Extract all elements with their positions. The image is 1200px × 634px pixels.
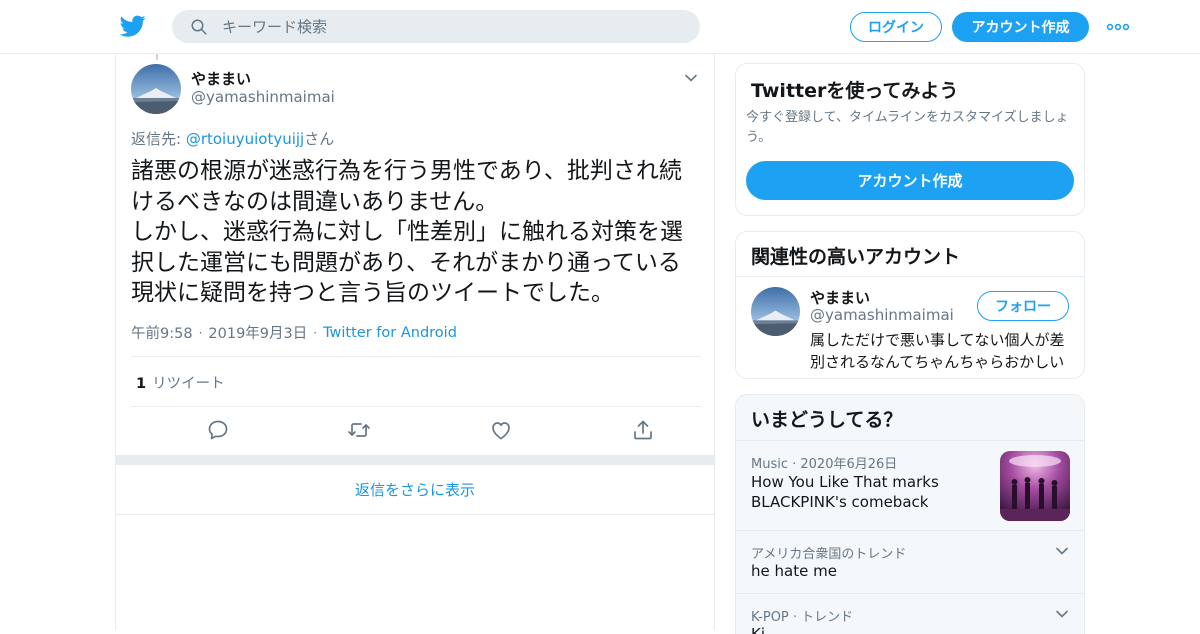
signup-button[interactable]: アカウント作成 (952, 12, 1089, 42)
trend-item[interactable]: Music · 2020年6月26日 How You Like That mar… (736, 440, 1084, 530)
tweet-time[interactable]: 午前9:58 (131, 322, 193, 343)
trend-context: アメリカ合衆国のトレンド (751, 547, 907, 562)
signup-card-button[interactable]: アカウント作成 (746, 161, 1074, 200)
search-input[interactable] (222, 10, 682, 43)
related-account-bio: 属しただけで悪い事してない個人が差別されるなんてちゃんちゃらおかしい (810, 331, 1065, 371)
thread-connector-line (156, 54, 158, 60)
follow-button[interactable]: フォロー (977, 291, 1069, 321)
trend-title: How You Like That marks BLACKPINK's come… (751, 473, 939, 511)
signup-card-title: Twitterを使ってみよう (751, 80, 959, 102)
divider (736, 276, 1084, 277)
chevron-down-icon[interactable] (1054, 606, 1070, 622)
trend-context: Music · 2020年6月26日 (751, 457, 898, 472)
divider (131, 356, 701, 357)
more-options-icon[interactable] (1106, 17, 1130, 37)
tweet-metadata: 午前9:58 · 2019年9月3日 · Twitter for Android (131, 322, 457, 343)
search-icon (191, 19, 207, 35)
concert-stage-photo-icon (1000, 451, 1070, 521)
heart-icon[interactable] (489, 418, 513, 442)
separator-dot: · (313, 325, 318, 340)
share-icon[interactable] (631, 418, 655, 442)
author-avatar[interactable] (131, 64, 181, 114)
search-bar[interactable] (172, 10, 700, 43)
reply-to-line: 返信先: @rtoiuyuiotyuijjさん (131, 128, 334, 149)
tweet-action-bar (131, 418, 701, 444)
tweet-client-link[interactable]: Twitter for Android (323, 325, 457, 341)
author-name[interactable]: やままい (191, 68, 251, 89)
related-account-name[interactable]: やままい (810, 287, 870, 308)
related-accounts-card: 関連性の高いアカウント やままい @yamashinmaimai フォロー 属し… (735, 231, 1085, 379)
tweet-text: 諸悪の根源が迷惑行為を行う男性であり、批判され続けるべきなのは間違いありません。… (131, 158, 683, 306)
signup-card-description: 今すぐ登録して、タイムラインをカスタマイズしましょう。 (746, 110, 1069, 145)
author-handle[interactable]: @yamashinmaimai (191, 88, 335, 106)
trend-context: K-POP · トレンド (751, 610, 854, 625)
trend-item[interactable]: K-POP · トレンド Ki... (736, 593, 1084, 634)
related-account-handle[interactable]: @yamashinmaimai (810, 306, 954, 324)
trend-title: Ki... (751, 625, 780, 634)
trend-thumbnail (1000, 451, 1070, 521)
top-navigation-bar: ログイン アカウント作成 (0, 0, 1200, 54)
trend-item[interactable]: アメリカ合衆国のトレンド he hate me (736, 530, 1084, 593)
retweet-count: 1 (136, 376, 147, 392)
chevron-down-icon[interactable] (683, 70, 699, 86)
show-more-replies-link[interactable]: 返信をさらに表示 (116, 465, 714, 515)
reply-prefix: 返信先: (131, 130, 186, 148)
login-button[interactable]: ログイン (850, 12, 942, 42)
chevron-down-icon[interactable] (1054, 543, 1070, 559)
retweet-icon[interactable] (347, 418, 371, 442)
section-separator (116, 455, 714, 465)
trends-card-title: いまどうしてる？ (751, 409, 903, 431)
tweet-detail-column: やままい @yamashinmaimai 返信先: @rtoiuyuiotyui… (115, 54, 715, 630)
related-account-avatar[interactable] (751, 287, 800, 336)
reply-icon[interactable] (206, 418, 230, 442)
reply-suffix: さん (304, 130, 335, 148)
reply-to-handle-link[interactable]: @rtoiuyuiotyuijj (186, 130, 304, 148)
twitter-bird-logo-icon[interactable] (120, 13, 146, 39)
tweet-date[interactable]: 2019年9月3日 (208, 322, 307, 343)
signup-promo-card: Twitterを使ってみよう 今すぐ登録して、タイムラインをカスタマイズしましょ… (735, 63, 1085, 216)
retweet-stats[interactable]: 1 リツイート (136, 372, 225, 393)
mountain-photo-icon (751, 287, 800, 336)
related-card-title: 関連性の高いアカウント (751, 246, 961, 268)
trends-card: いまどうしてる？ Music · 2020年6月26日 How You Like… (735, 394, 1085, 634)
separator-dot: · (198, 325, 203, 340)
divider (131, 406, 701, 407)
mountain-photo-icon (131, 64, 181, 114)
retweet-label: リツイート (152, 376, 225, 392)
trend-title: he hate me (751, 562, 837, 580)
